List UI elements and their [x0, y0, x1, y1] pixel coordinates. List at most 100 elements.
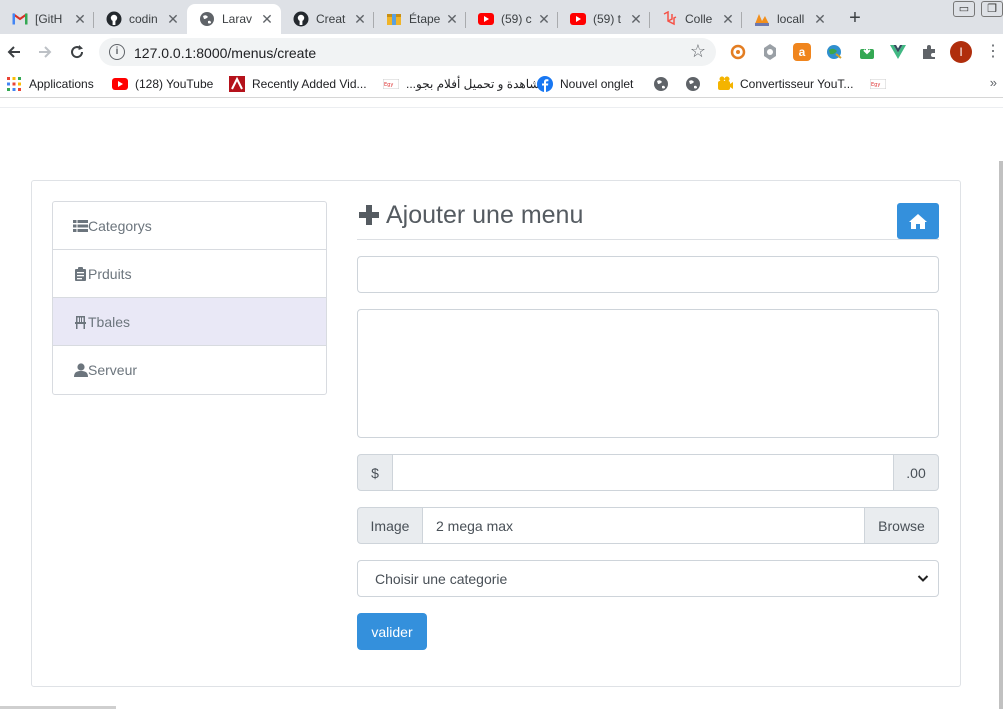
bookmarks-bar: Applications (128) YouTube Recently Adde… [0, 70, 1003, 98]
submit-button[interactable]: valider [357, 613, 427, 650]
bookmark-egybest-2[interactable]: Egy [870, 75, 893, 93]
restore-icon[interactable]: ❐ [981, 1, 1003, 17]
menu-description-textarea[interactable] [357, 309, 939, 438]
address-bar[interactable]: i 127.0.0.1:8000/menus/create ☆ [99, 38, 716, 66]
page-content: Categorys Prduits Tbales Serveur Ajouter… [0, 99, 1003, 709]
url-text[interactable]: 127.0.0.1:8000/menus/create [134, 45, 316, 61]
bookmark-star-icon[interactable]: ☆ [690, 41, 706, 62]
currency-prefix: $ [357, 454, 393, 491]
tab-github-create[interactable]: Creat ✕ [281, 4, 374, 34]
youtube-icon [570, 11, 586, 27]
sidebar-item-label: Tbales [88, 313, 131, 330]
bookmark-nouvel-onglet[interactable]: Nouvel onglet [537, 75, 633, 93]
close-icon[interactable]: ✕ [165, 11, 181, 27]
image-file-input[interactable]: 2 mega max [423, 507, 864, 544]
tab-laravel-collection[interactable]: Colle ✕ [650, 4, 742, 34]
new-tab-button[interactable]: + [843, 7, 867, 31]
browser-toolbar: i 127.0.0.1:8000/menus/create ☆ a I ⋮ [0, 34, 1003, 70]
github-icon [106, 11, 122, 27]
list-icon [73, 218, 88, 233]
minimize-icon[interactable]: ▭ [953, 1, 975, 17]
egybest-icon: Egy [383, 76, 399, 92]
home-icon [909, 213, 927, 229]
plus-icon [359, 205, 379, 225]
close-icon[interactable]: ✕ [444, 11, 460, 27]
sidebar-item-label: Prduits [88, 265, 132, 282]
info-icon[interactable]: i [109, 44, 125, 60]
bookmark-globe-1[interactable] [653, 75, 676, 93]
close-icon[interactable]: ✕ [72, 11, 88, 27]
arrow-left-icon [7, 46, 20, 58]
back-button[interactable] [1, 40, 27, 64]
sidebar-item-prduits[interactable]: Prduits [53, 250, 326, 298]
sidebar-item-serveur[interactable]: Serveur [53, 346, 326, 394]
extension-download-icon[interactable] [858, 43, 876, 61]
close-icon[interactable]: ✕ [352, 11, 368, 27]
egybest-icon: Egy [870, 76, 886, 92]
youtube-icon [478, 11, 494, 27]
tab-youtube-2[interactable]: (59) t ✕ [558, 4, 650, 34]
tab-youtube-1[interactable]: (59) c ✕ [466, 4, 558, 34]
more-menu-icon[interactable]: ⋮ [985, 42, 1001, 62]
globe-icon [199, 11, 215, 27]
globe-icon [685, 76, 701, 92]
vertical-scrollbar[interactable] [999, 161, 1003, 709]
extension-vue-icon[interactable] [889, 43, 907, 61]
sidebar-item-tbales[interactable]: Tbales [53, 298, 326, 346]
user-icon [73, 363, 88, 378]
converter-icon [717, 76, 733, 92]
close-icon[interactable]: ✕ [536, 11, 552, 27]
tab-phpmyadmin[interactable]: locall ✕ [742, 4, 834, 34]
category-selected-value: Choisir une categorie [375, 570, 508, 587]
apps-grid-icon [6, 76, 22, 92]
reload-icon [71, 45, 84, 59]
tab-laravel-active[interactable]: Larav ✕ [187, 4, 281, 34]
sidebar-item-label: Categorys [88, 217, 152, 234]
sidebar-item-categorys[interactable]: Categorys [53, 202, 326, 250]
gmail-icon [12, 11, 28, 27]
image-label: Image [357, 507, 423, 544]
profile-avatar[interactable]: I [950, 41, 972, 63]
tab-github-coding[interactable]: codin ✕ [94, 4, 187, 34]
facebook-icon [537, 76, 553, 92]
forward-button[interactable] [32, 40, 58, 64]
price-input[interactable] [392, 454, 894, 491]
close-icon[interactable]: ✕ [720, 11, 736, 27]
extensions-puzzle-icon[interactable] [920, 43, 938, 61]
svg-text:Egy: Egy [871, 82, 880, 88]
close-icon[interactable]: ✕ [259, 11, 275, 27]
close-icon[interactable]: ✕ [812, 11, 828, 27]
category-select[interactable]: Choisir une categorie [357, 560, 939, 597]
bookmarks-overflow-button[interactable]: » [990, 75, 997, 90]
extension-globe-icon[interactable] [825, 43, 843, 61]
menu-form-card: Categorys Prduits Tbales Serveur Ajouter… [31, 180, 961, 687]
clipboard-icon [73, 266, 88, 281]
close-icon[interactable]: ✕ [628, 11, 644, 27]
globe-icon [653, 76, 669, 92]
tab-gmail[interactable]: [GitH ✕ [0, 4, 94, 34]
bookmark-egybest[interactable]: Egy مشاهدة و تحميل أفلام بجو... [383, 75, 547, 93]
chair-icon [73, 314, 88, 329]
extension-monkey-icon[interactable] [729, 43, 747, 61]
tab-strip: [GitH ✕ codin ✕ Larav ✕ Creat ✕ Étape ✕ [0, 0, 1003, 34]
chevron-down-icon [917, 575, 929, 582]
bookmark-youtube[interactable]: (128) YouTube [112, 75, 213, 93]
form-heading: Ajouter une menu [357, 201, 939, 240]
tab-etape[interactable]: Étape ✕ [374, 4, 466, 34]
bookmark-recently-added[interactable]: Recently Added Vid... [229, 75, 367, 93]
bookmark-globe-2[interactable] [685, 75, 708, 93]
browse-button[interactable]: Browse [864, 507, 939, 544]
extension-gear-icon[interactable] [761, 43, 779, 61]
svg-text:Egy: Egy [384, 82, 393, 88]
red-logo-icon [229, 76, 245, 92]
menu-name-input[interactable] [357, 256, 939, 293]
extension-shop-icon[interactable]: a [793, 43, 811, 61]
price-input-group: $ .00 [357, 454, 939, 491]
window-controls: ▭ ❐ [947, 0, 1003, 22]
bookmark-applications[interactable]: Applications [6, 75, 94, 93]
home-button[interactable] [897, 203, 939, 239]
image-upload-group: Image 2 mega max Browse [357, 507, 939, 544]
bookmark-convertisseur[interactable]: Convertisseur YouT... [717, 75, 853, 93]
cents-suffix: .00 [893, 454, 939, 491]
reload-button[interactable] [64, 40, 90, 64]
